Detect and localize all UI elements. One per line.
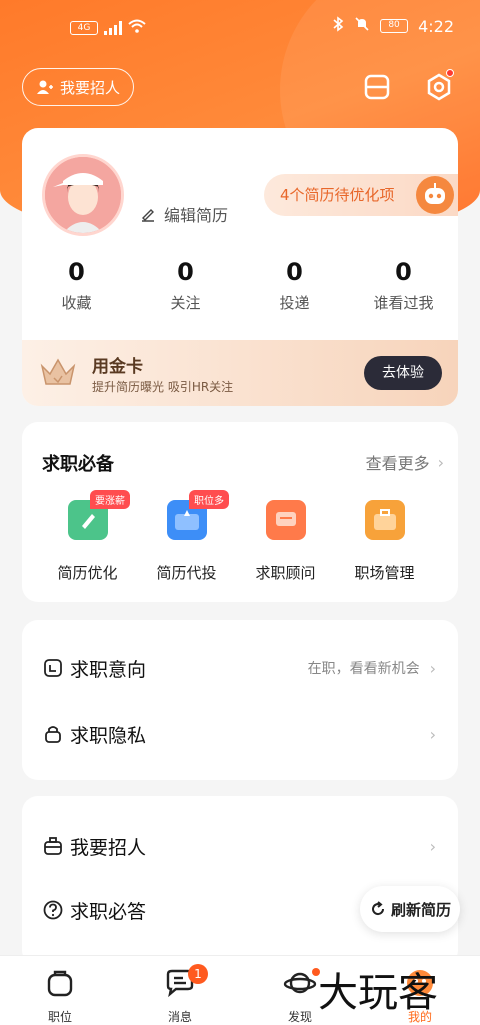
stat-value: 0 xyxy=(395,258,412,286)
battery-icon: 80 xyxy=(380,19,409,33)
pencil-icon xyxy=(142,209,154,222)
gold-card-subtitle: 提升简历曝光 吸引HR关注 xyxy=(92,380,234,394)
refresh-resume-button[interactable]: 刷新简历 xyxy=(360,886,460,932)
robot-icon xyxy=(416,176,454,214)
tab-jobs[interactable]: 职位 xyxy=(0,956,120,1025)
job-status-text: 在职，看看新机会 xyxy=(307,661,420,677)
gold-card-title: 用金卡 xyxy=(92,357,143,377)
refresh-icon xyxy=(372,901,384,916)
tool-label: 简历优化 xyxy=(57,564,118,582)
tool-career-management[interactable]: 职场管理 xyxy=(335,500,434,583)
stat-label: 收藏 xyxy=(61,294,92,312)
tool-label: 职场管理 xyxy=(354,564,415,582)
tool-tag: 要涨薪 xyxy=(90,490,130,509)
chevron-right-icon: › xyxy=(429,836,436,856)
list-item-value: 在职，看看新机会 › xyxy=(308,658,436,678)
wifi-icon xyxy=(128,18,146,37)
gold-card-banner[interactable]: 用金卡 提升简历曝光 吸引HR关注 去体验 xyxy=(22,340,458,406)
stat-label: 投递 xyxy=(279,294,310,312)
scan-icon[interactable] xyxy=(362,72,392,102)
user-add-icon xyxy=(36,80,53,94)
stat-following[interactable]: 0 关注 xyxy=(131,258,240,313)
tool-label: 求职顾问 xyxy=(255,564,316,582)
briefcase-icon xyxy=(364,500,405,540)
crown-icon xyxy=(40,358,76,385)
tool-career-advisor[interactable]: 求职顾问 xyxy=(236,500,335,583)
tool-resume-delivery[interactable]: 职位多 简历代投 xyxy=(137,490,236,583)
edit-resume-button[interactable]: 编辑简历 xyxy=(140,202,228,226)
unread-badge: 1 xyxy=(188,964,208,984)
watermark-text: 大玩客 xyxy=(318,970,438,1016)
see-more-label: 查看更多 xyxy=(365,454,430,473)
tool-label: 简历代投 xyxy=(156,564,217,582)
list-item-value: › xyxy=(430,837,436,856)
recruit-briefcase-icon xyxy=(44,837,62,855)
stat-label: 关注 xyxy=(170,294,201,312)
list-item-label: 我要招人 xyxy=(70,836,147,859)
tool-tag: 职位多 xyxy=(189,490,229,509)
stat-favorites[interactable]: 0 收藏 xyxy=(22,258,131,313)
stat-label: 谁看过我 xyxy=(373,294,434,312)
profile-card: 编辑简历 4个简历待优化项 0 收藏 0 关注 0 投递 0 谁看过我 用金卡 … xyxy=(22,128,458,406)
privacy-lock-icon xyxy=(45,726,61,743)
tab-messages[interactable]: 1 消息 xyxy=(120,956,240,1025)
job-tools-section: 求职必备 查看更多 › 要涨薪 简历优化 职位多 简历代投 求职顾问 职场管理 xyxy=(22,422,458,602)
recruit-label: 我要招人 xyxy=(59,78,120,97)
stat-viewers[interactable]: 0 谁看过我 xyxy=(349,258,458,313)
optimize-label: 4个简历待优化项 xyxy=(280,186,395,204)
list-item-recruit[interactable]: 我要招人 › xyxy=(22,816,458,876)
stat-value: 0 xyxy=(68,258,85,286)
intent-icon xyxy=(44,659,62,677)
tab-label: 职位 xyxy=(47,1010,72,1024)
tab-label: 消息 xyxy=(167,1010,192,1024)
notification-dot xyxy=(446,69,454,77)
refresh-label: 刷新简历 xyxy=(390,900,451,919)
advisor-chat-icon xyxy=(265,500,306,540)
tool-resume-optimize[interactable]: 要涨薪 简历优化 xyxy=(38,490,137,583)
list-item-label: 求职隐私 xyxy=(70,724,147,747)
network-type: 4G xyxy=(70,20,98,35)
section-title: 求职必备 xyxy=(42,454,114,475)
clock: 4:22 xyxy=(418,16,454,36)
list-item-job-intent[interactable]: 求职意向 在职，看看新机会 › xyxy=(22,638,458,698)
chevron-right-icon: › xyxy=(437,452,444,472)
job-settings-list: 求职意向 在职，看看新机会 › 求职隐私 › xyxy=(22,620,458,780)
edit-resume-label: 编辑简历 xyxy=(164,206,229,225)
list-item-label: 求职意向 xyxy=(70,658,147,681)
chevron-right-icon: › xyxy=(429,658,436,678)
stats-row: 0 收藏 0 关注 0 投递 0 谁看过我 xyxy=(22,258,458,313)
status-bar: 4G 80 4:22 xyxy=(0,0,480,52)
stat-value: 0 xyxy=(286,258,303,286)
stat-applications[interactable]: 0 投递 xyxy=(240,258,349,313)
avatar[interactable] xyxy=(42,154,124,236)
jobs-briefcase-icon xyxy=(47,970,73,997)
chevron-right-icon: › xyxy=(429,724,436,744)
recruit-button[interactable]: 我要招人 xyxy=(22,68,134,106)
list-item-job-privacy[interactable]: 求职隐私 › xyxy=(22,704,458,764)
list-item-value: › xyxy=(430,725,436,744)
bluetooth-icon xyxy=(332,16,344,36)
question-icon xyxy=(43,900,63,920)
signal-icon xyxy=(104,20,122,35)
see-more-link[interactable]: 查看更多 › xyxy=(366,450,444,474)
try-gold-card-button[interactable]: 去体验 xyxy=(364,356,442,390)
more-settings-list: 我要招人 › 求职必答 xyxy=(22,796,458,966)
mute-bell-icon xyxy=(354,16,370,36)
stat-value: 0 xyxy=(177,258,194,286)
list-item-label: 求职必答 xyxy=(70,900,147,923)
